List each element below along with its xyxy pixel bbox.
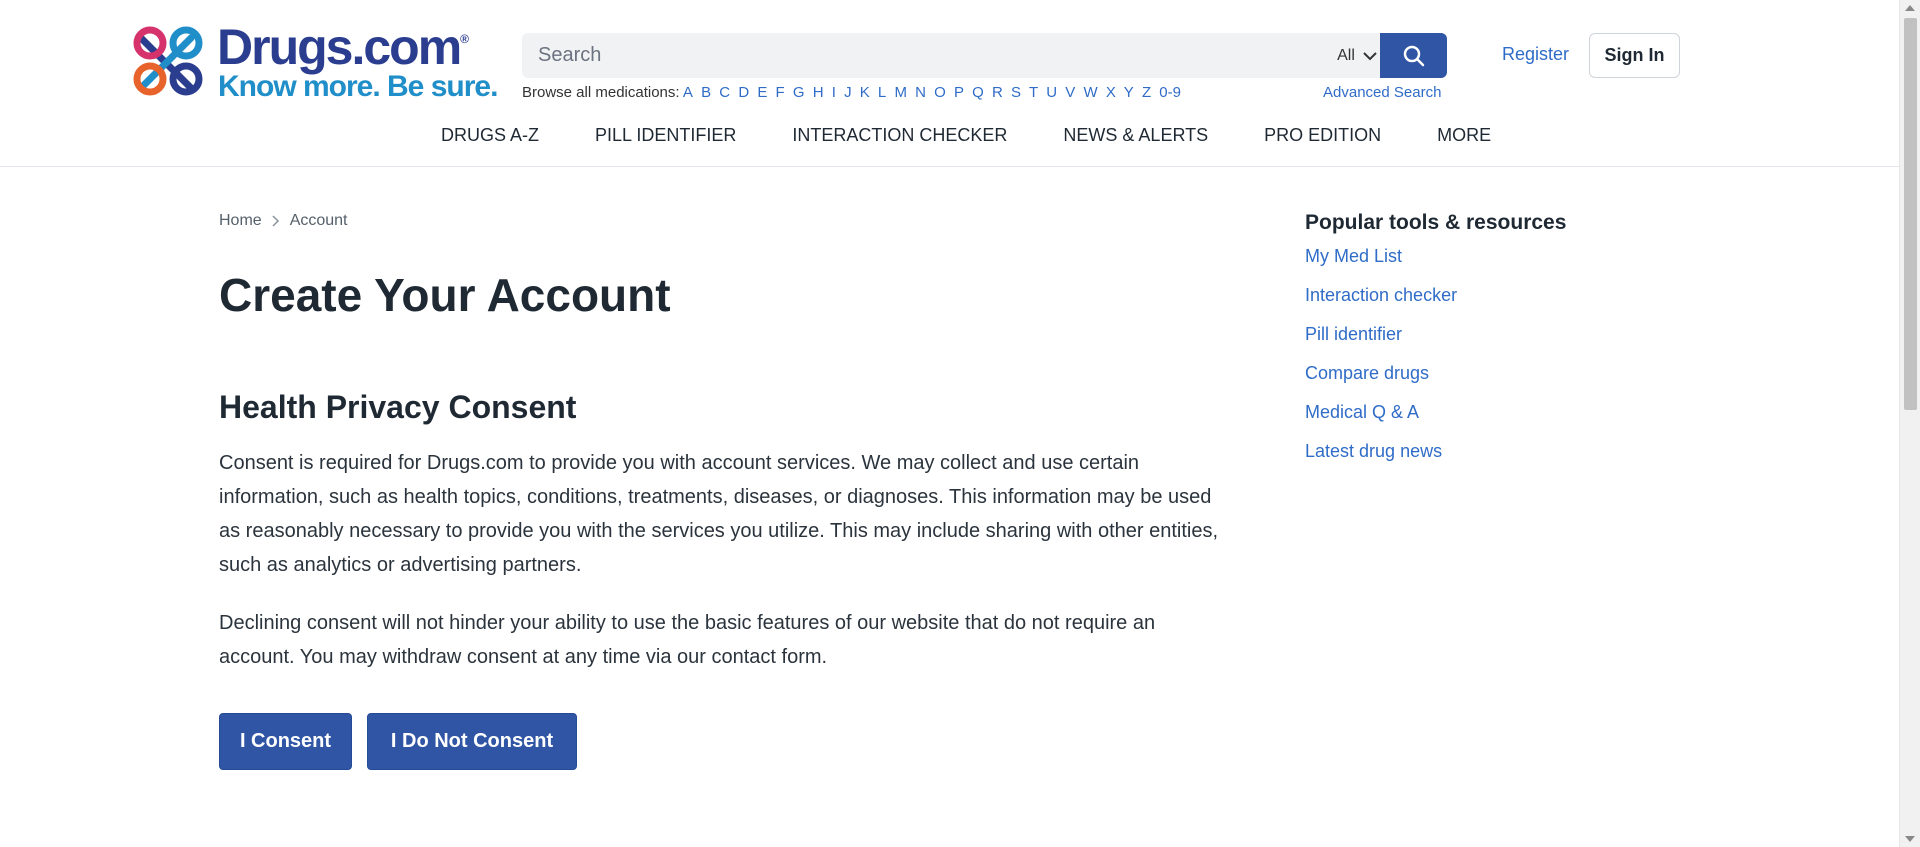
sidebar-link-medical-qa[interactable]: Medical Q & A — [1305, 402, 1419, 422]
search-button[interactable] — [1380, 33, 1447, 78]
nav-pill-identifier[interactable]: Pill Identifier — [595, 125, 736, 146]
page-title: Create Your Account — [219, 269, 671, 321]
register-link[interactable]: Register — [1502, 44, 1569, 65]
breadcrumb-home[interactable]: Home — [219, 212, 262, 230]
logo-mark-icon — [133, 26, 203, 96]
scroll-down-arrow-icon[interactable] — [1905, 836, 1915, 842]
browse-letter[interactable]: Q — [972, 84, 984, 101]
browse-letter[interactable]: I — [832, 84, 836, 101]
sidebar-item: Latest drug news — [1305, 441, 1457, 480]
breadcrumb-current: Account — [289, 212, 348, 229]
sidebar-item: Interaction checker — [1305, 285, 1457, 324]
sign-in-button[interactable]: Sign In — [1589, 33, 1680, 78]
browse-letter[interactable]: P — [954, 84, 964, 101]
search-input[interactable] — [522, 33, 1302, 78]
browse-label: Browse all medications: — [522, 84, 680, 101]
sidebar-link-interaction-checker[interactable]: Interaction checker — [1305, 285, 1457, 305]
browse-letter[interactable]: D — [738, 84, 749, 101]
nav-drugs-a-z[interactable]: Drugs A-Z — [441, 125, 539, 146]
sidebar-links: My Med List Interaction checker Pill ide… — [1305, 246, 1457, 480]
nav-more[interactable]: More — [1437, 125, 1491, 146]
logo-wordmark: Drugs.com® — [217, 19, 470, 75]
browse-medications: Browse all medications: A B C D E F G H … — [522, 84, 1185, 101]
browse-letter[interactable]: K — [860, 84, 870, 101]
search-bar: All — [522, 33, 1447, 78]
browse-letter[interactable]: Y — [1124, 84, 1134, 101]
browse-letter[interactable]: 0-9 — [1159, 84, 1181, 101]
sidebar-title: Popular tools & resources — [1305, 211, 1567, 234]
browse-letter[interactable]: R — [992, 84, 1003, 101]
logo-tagline: Know more. Be sure. — [218, 70, 498, 103]
browse-letter[interactable]: O — [934, 84, 946, 101]
consent-button[interactable]: I Consent — [219, 713, 352, 770]
browse-letter[interactable]: H — [813, 84, 824, 101]
browse-letter[interactable]: B — [701, 84, 711, 101]
sidebar-item: My Med List — [1305, 246, 1457, 285]
breadcrumb: Home Account — [219, 212, 348, 230]
browse-letter[interactable]: F — [776, 84, 785, 101]
nav-pro-edition[interactable]: Pro Edition — [1264, 125, 1381, 146]
browse-letter[interactable]: E — [757, 84, 767, 101]
chevron-right-icon — [272, 215, 279, 227]
site-header: Drugs.com® Know more. Be sure. All Brows… — [0, 0, 1899, 167]
scroll-thumb[interactable] — [1904, 18, 1917, 410]
browse-letter[interactable]: W — [1083, 84, 1097, 101]
browse-letter[interactable]: X — [1106, 84, 1116, 101]
sidebar-link-pill-identifier[interactable]: Pill identifier — [1305, 324, 1402, 344]
browse-letter[interactable]: S — [1011, 84, 1021, 101]
nav-interaction-checker[interactable]: Interaction Checker — [792, 125, 1007, 146]
sidebar-item: Pill identifier — [1305, 324, 1457, 363]
browse-letter[interactable]: L — [878, 84, 886, 101]
browse-letter[interactable]: N — [915, 84, 926, 101]
sidebar-item: Compare drugs — [1305, 363, 1457, 402]
sidebar-item: Medical Q & A — [1305, 402, 1457, 441]
advanced-search-link[interactable]: Advanced Search — [1323, 84, 1441, 101]
sidebar-link-compare-drugs[interactable]: Compare drugs — [1305, 363, 1429, 383]
section-title: Health Privacy Consent — [219, 389, 577, 425]
browse-letter[interactable]: J — [844, 84, 852, 101]
nav-news-alerts[interactable]: News & Alerts — [1063, 125, 1208, 146]
search-icon — [1403, 45, 1424, 66]
site-logo[interactable]: Drugs.com® Know more. Be sure. — [131, 19, 498, 103]
browse-letter[interactable]: U — [1046, 84, 1057, 101]
main-nav: Drugs A-Z Pill Identifier Interaction Ch… — [441, 125, 1547, 146]
browse-letters: A B C D E F G H I J K L M N O P Q R S T … — [683, 84, 1185, 101]
search-filter-label: All — [1337, 46, 1355, 64]
browse-letter[interactable]: V — [1065, 84, 1075, 101]
chevron-down-icon — [1363, 51, 1377, 60]
decline-description: Declining consent will not hinder your a… — [219, 612, 1156, 668]
browse-letter[interactable]: C — [719, 84, 730, 101]
consent-description: Consent is required for Drugs.com to pro… — [219, 452, 1219, 576]
page-scrollbar[interactable] — [1899, 0, 1920, 847]
sidebar-link-latest-news[interactable]: Latest drug news — [1305, 441, 1442, 461]
browse-letter[interactable]: T — [1029, 84, 1038, 101]
browse-letter[interactable]: A — [683, 84, 693, 101]
scroll-up-arrow-icon[interactable] — [1905, 5, 1915, 11]
browse-letter[interactable]: M — [894, 84, 907, 101]
decline-button[interactable]: I Do Not Consent — [367, 713, 577, 770]
sidebar-link-my-med-list[interactable]: My Med List — [1305, 246, 1402, 266]
browse-letter[interactable]: G — [793, 84, 805, 101]
browse-letter[interactable]: Z — [1142, 84, 1151, 101]
